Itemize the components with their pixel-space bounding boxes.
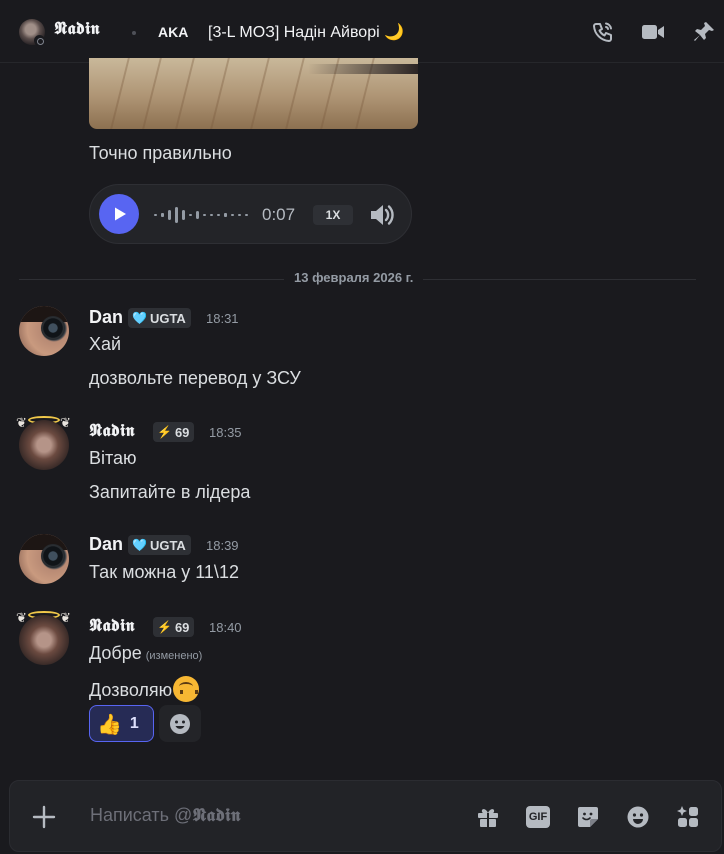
- avatar-nadin[interactable]: [19, 420, 69, 470]
- message-composer: Написать @𝕹𝖆𝖉𝖎𝖓 GIF: [9, 780, 722, 852]
- clan-tag[interactable]: AKA: [158, 24, 188, 40]
- emoji-icon[interactable]: [626, 805, 650, 829]
- message-author[interactable]: 𝕹𝖆𝖉𝖎𝖓: [89, 616, 135, 636]
- message-text: дозвольте перевод у ЗСУ: [89, 368, 301, 388]
- message-timestamp: 18:31: [206, 311, 239, 326]
- lightning-icon: ⚡: [157, 425, 172, 439]
- playback-speed-button[interactable]: 1X: [313, 205, 353, 225]
- clan-badge-label: UGTA: [149, 310, 186, 326]
- message-input-placeholder: Написать @: [90, 805, 193, 825]
- volume-icon[interactable]: [368, 201, 396, 229]
- sticker-icon[interactable]: [576, 805, 600, 829]
- dm-header: 𝕹𝖆𝖉𝖎𝖓 AKA [3-L МОЗ] Надін Айворі 🌙: [0, 0, 724, 63]
- avatar-dan[interactable]: [19, 306, 69, 356]
- play-button[interactable]: [99, 194, 139, 234]
- user-display-name: [3-L МОЗ] Надін Айворі 🌙: [208, 24, 405, 41]
- heart-icon: 🩵: [132, 311, 147, 325]
- heart-icon: 🩵: [132, 538, 147, 552]
- avatar-nadin[interactable]: [19, 615, 69, 665]
- reaction-thumbs-up[interactable]: 👍 1: [89, 705, 154, 742]
- message-text: Запитайте в лідера: [89, 482, 251, 502]
- add-reaction-icon: [170, 713, 190, 734]
- voice-duration: 0:07: [262, 205, 296, 224]
- upside-down-face-emoji-icon: [173, 676, 200, 702]
- voice-message: 0:07 1X: [89, 184, 412, 244]
- message-input-recipient: 𝕹𝖆𝖉𝖎𝖓: [192, 805, 241, 826]
- clan-badge[interactable]: 🩵 UGTA: [128, 535, 191, 555]
- clan-badge[interactable]: ⚡ 69: [153, 422, 195, 442]
- reaction-count: 1: [129, 714, 139, 732]
- add-attachment-icon[interactable]: [32, 805, 56, 829]
- clan-badge-label: 69: [174, 619, 190, 635]
- date-divider-label: 13 февраля 2026 г.: [284, 270, 424, 285]
- voice-call-icon[interactable]: [591, 20, 615, 44]
- play-icon: [115, 207, 126, 221]
- clan-badge[interactable]: 🩵 UGTA: [128, 308, 191, 328]
- message-text: Точно правильно: [89, 143, 232, 163]
- message-text: Добре (изменено): [89, 643, 202, 664]
- video-call-icon[interactable]: [641, 20, 665, 44]
- message-author[interactable]: Dan: [89, 307, 123, 328]
- status-offline-icon: [34, 35, 45, 46]
- message-text: Хай: [89, 334, 122, 354]
- image-attachment[interactable]: [89, 58, 418, 129]
- thumbs-up-icon: 👍: [97, 711, 122, 736]
- message-text-content: Дозволяю: [89, 680, 173, 700]
- message-text: Так можна у 11\12: [89, 562, 239, 582]
- message-text: Вітаю: [89, 448, 137, 468]
- message-text-content: Добре: [89, 643, 142, 663]
- message-input[interactable]: Написать @𝕹𝖆𝖉𝖎𝖓: [90, 805, 241, 826]
- gift-icon[interactable]: [476, 805, 500, 829]
- clan-badge[interactable]: ⚡ 69: [153, 617, 195, 637]
- dm-username[interactable]: 𝕹𝖆𝖉𝖎𝖓: [54, 19, 100, 39]
- clan-badge-label: UGTA: [149, 537, 186, 553]
- apps-icon[interactable]: [676, 805, 700, 829]
- pin-icon[interactable]: [692, 20, 716, 44]
- separator-dot: [132, 31, 136, 35]
- message-author[interactable]: 𝕹𝖆𝖉𝖎𝖓: [89, 421, 135, 441]
- message-text: Дозволяю: [89, 676, 200, 702]
- message-timestamp: 18:40: [209, 620, 242, 635]
- edited-label: (изменено): [145, 650, 203, 662]
- waveform[interactable]: [154, 205, 250, 225]
- message-timestamp: 18:39: [206, 538, 239, 553]
- avatar-dan[interactable]: [19, 534, 69, 584]
- lightning-icon: ⚡: [157, 620, 172, 634]
- gif-button[interactable]: GIF: [526, 806, 550, 828]
- clan-badge-label: 69: [174, 424, 190, 440]
- add-reaction-button[interactable]: [159, 705, 201, 742]
- message-timestamp: 18:35: [209, 425, 242, 440]
- message-author[interactable]: Dan: [89, 534, 123, 555]
